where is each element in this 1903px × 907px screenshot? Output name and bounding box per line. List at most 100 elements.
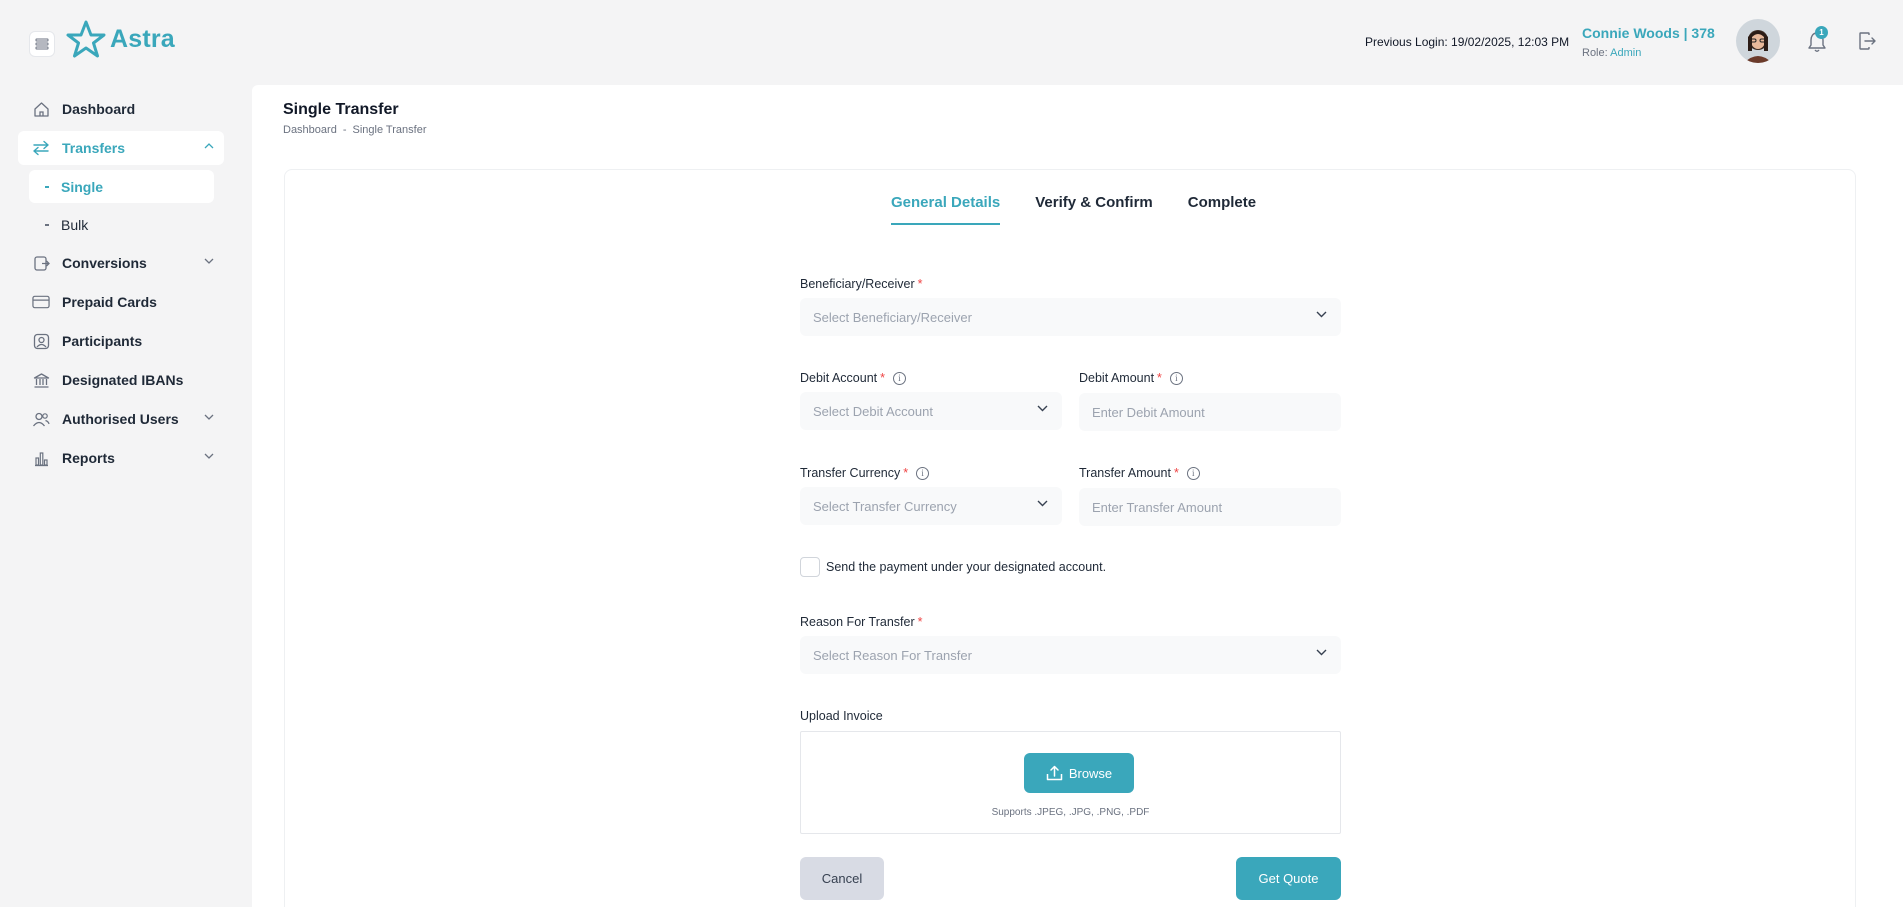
supported-formats-text: Supports .JPEG, .JPG, .PNG, .PDF bbox=[991, 807, 1150, 818]
main-panel: Single Transfer Dashboard - Single Trans… bbox=[252, 85, 1903, 907]
debit-amount-input[interactable]: Enter Debit Amount bbox=[1079, 393, 1341, 431]
breadcrumb-current: Single Transfer bbox=[352, 124, 427, 136]
user-role: Role: Admin bbox=[1582, 47, 1641, 59]
participant-icon bbox=[32, 332, 50, 350]
sidebar-item-designated-ibans[interactable]: Designated IBANs bbox=[18, 363, 224, 397]
users-icon bbox=[32, 410, 50, 428]
role-value: Admin bbox=[1610, 47, 1642, 59]
sidebar-subitem-bulk[interactable]: Bulk bbox=[29, 208, 214, 241]
sidebar-subitem-single[interactable]: Single bbox=[29, 170, 214, 203]
debit-amount-placeholder: Enter Debit Amount bbox=[1092, 404, 1205, 420]
breadcrumb-separator: - bbox=[342, 124, 347, 136]
sidebar-subitem-label: Single bbox=[61, 178, 104, 195]
home-icon bbox=[32, 100, 50, 118]
tab-complete[interactable]: Complete bbox=[1188, 194, 1256, 225]
top-bar: Astra Previous Login: 19/02/2025, 12:03 … bbox=[0, 0, 1903, 84]
reason-select[interactable]: Select Reason For Transfer bbox=[800, 636, 1341, 674]
card-icon bbox=[32, 293, 50, 311]
upload-invoice-label-text: Upload Invoice bbox=[800, 709, 883, 723]
chevron-down-icon bbox=[1316, 649, 1327, 656]
sidebar-item-dashboard[interactable]: Dashboard bbox=[18, 92, 224, 126]
chevron-down-icon bbox=[204, 414, 214, 420]
chevron-down-icon bbox=[1037, 405, 1048, 412]
sidebar-item-prepaid-cards[interactable]: Prepaid Cards bbox=[18, 285, 224, 319]
required-mark: * bbox=[903, 466, 909, 480]
info-icon[interactable]: i bbox=[916, 466, 930, 480]
menu-icon bbox=[35, 38, 49, 50]
astra-logo[interactable]: Astra bbox=[66, 20, 175, 58]
browse-button[interactable]: Browse bbox=[1024, 753, 1134, 793]
bank-icon bbox=[32, 371, 50, 389]
debit-amount-label-text: Debit Amount bbox=[1079, 371, 1155, 385]
breadcrumb: Dashboard - Single Transfer bbox=[283, 124, 426, 136]
sidebar-item-reports[interactable]: Reports bbox=[18, 441, 224, 475]
menu-toggle-button[interactable] bbox=[29, 31, 55, 57]
previous-login-text: Previous Login: 19/02/2025, 12:03 PM bbox=[1365, 35, 1570, 49]
beneficiary-placeholder: Select Beneficiary/Receiver bbox=[813, 309, 972, 325]
browse-label: Browse bbox=[1068, 765, 1113, 781]
transfer-amount-label: Transfer Amount * i bbox=[1079, 466, 1200, 480]
chevron-down-icon bbox=[1037, 500, 1048, 507]
chevron-down-icon bbox=[1316, 311, 1327, 318]
notification-badge: 1 bbox=[1815, 26, 1828, 39]
logout-icon[interactable] bbox=[1857, 31, 1877, 51]
reason-label: Reason For Transfer * bbox=[800, 615, 923, 629]
upload-dropzone[interactable]: Browse Supports .JPEG, .JPG, .PNG, .PDF bbox=[800, 731, 1341, 834]
cancel-button[interactable]: Cancel bbox=[800, 857, 884, 900]
page-title: Single Transfer bbox=[283, 101, 399, 118]
avatar[interactable] bbox=[1736, 19, 1780, 63]
info-icon[interactable]: i bbox=[1169, 371, 1183, 385]
debit-account-label-text: Debit Account bbox=[800, 371, 878, 385]
info-icon[interactable]: i bbox=[1186, 466, 1200, 480]
chevron-down-icon bbox=[204, 453, 214, 459]
designated-account-checkbox[interactable] bbox=[800, 557, 820, 577]
sidebar-item-label: Reports bbox=[62, 450, 115, 466]
sidebar-subitem-label: Bulk bbox=[61, 216, 89, 233]
debit-amount-label: Debit Amount * i bbox=[1079, 371, 1183, 385]
beneficiary-label-text: Beneficiary/Receiver bbox=[800, 277, 915, 291]
reports-icon bbox=[32, 449, 50, 467]
reason-placeholder: Select Reason For Transfer bbox=[813, 647, 972, 663]
star-logo-icon bbox=[66, 20, 106, 58]
step-tabs: General Details Verify & Confirm Complet… bbox=[891, 194, 1256, 225]
breadcrumb-dashboard-link[interactable]: Dashboard bbox=[283, 124, 337, 136]
tab-verify-confirm[interactable]: Verify & Confirm bbox=[1035, 194, 1153, 225]
upload-invoice-label: Upload Invoice bbox=[800, 709, 883, 723]
sidebar-item-transfers[interactable]: Transfers bbox=[18, 131, 224, 165]
transfer-currency-placeholder: Select Transfer Currency bbox=[813, 498, 957, 514]
sidebar-item-authorised-users[interactable]: Authorised Users bbox=[18, 402, 224, 436]
role-label: Role: bbox=[1582, 47, 1611, 59]
required-mark: * bbox=[1157, 371, 1162, 385]
transfer-currency-select[interactable]: Select Transfer Currency bbox=[800, 487, 1062, 525]
chevron-down-icon bbox=[204, 258, 214, 264]
sidebar: Dashboard Transfers Single Bulk Conversi… bbox=[18, 92, 224, 480]
logo-text: Astra bbox=[110, 24, 175, 53]
designated-account-label[interactable]: Send the payment under your designated a… bbox=[826, 560, 1106, 574]
bullet-icon bbox=[45, 185, 49, 188]
sidebar-item-label: Conversions bbox=[62, 255, 147, 271]
debit-account-placeholder: Select Debit Account bbox=[813, 403, 933, 419]
sidebar-item-label: Designated IBANs bbox=[62, 372, 184, 388]
tab-general-details[interactable]: General Details bbox=[891, 194, 1001, 225]
beneficiary-select[interactable]: Select Beneficiary/Receiver bbox=[800, 298, 1341, 336]
debit-account-select[interactable]: Select Debit Account bbox=[800, 392, 1062, 430]
transfer-currency-label-text: Transfer Currency bbox=[800, 466, 901, 480]
debit-account-label: Debit Account * i bbox=[800, 371, 907, 385]
required-mark: * bbox=[917, 277, 923, 291]
sidebar-item-label: Prepaid Cards bbox=[62, 294, 157, 310]
sidebar-item-label: Authorised Users bbox=[62, 411, 179, 427]
transfer-currency-label: Transfer Currency * i bbox=[800, 466, 930, 480]
get-quote-button[interactable]: Get Quote bbox=[1236, 857, 1341, 900]
sidebar-item-conversions[interactable]: Conversions bbox=[18, 246, 224, 280]
user-name: Connie Woods | 378 bbox=[1582, 25, 1715, 41]
sidebar-item-participants[interactable]: Participants bbox=[18, 324, 224, 358]
transfer-form-card: General Details Verify & Confirm Complet… bbox=[284, 169, 1856, 907]
transfer-amount-input[interactable]: Enter Transfer Amount bbox=[1079, 488, 1341, 526]
required-mark: * bbox=[917, 615, 923, 629]
sidebar-item-label: Transfers bbox=[62, 140, 126, 156]
upload-icon bbox=[1046, 765, 1063, 781]
transfer-amount-label-text: Transfer Amount bbox=[1079, 466, 1171, 480]
info-icon[interactable]: i bbox=[893, 371, 907, 385]
required-mark: * bbox=[1173, 466, 1179, 480]
sidebar-item-label: Dashboard bbox=[62, 101, 136, 117]
